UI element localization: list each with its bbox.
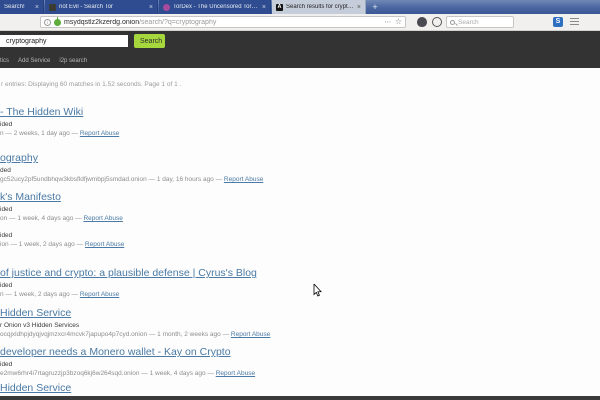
- report-abuse-link[interactable]: Report Abuse: [80, 291, 119, 298]
- browser-window: Search! × not Evil - Search Tor × TorDex…: [0, 0, 600, 400]
- query-input[interactable]: [0, 35, 128, 47]
- result-url-age: n — 1 week, 2 days ago —: [0, 291, 78, 298]
- report-abuse-link[interactable]: Report Abuse: [224, 176, 263, 183]
- result-description: r Onion v3 Hidden Services: [0, 322, 560, 329]
- site-info-icon[interactable]: i: [44, 19, 51, 26]
- bottom-edge-bar: [0, 396, 600, 400]
- tab-title: TorDex - The Uncensored Tor Sea: [173, 4, 259, 10]
- onion-circuit-icon[interactable]: [54, 19, 61, 26]
- result-description: ided: [0, 206, 560, 213]
- tab-close-icon[interactable]: ×: [262, 4, 266, 11]
- security-level-icon[interactable]: [432, 17, 442, 27]
- result-description: ided: [0, 361, 560, 368]
- new-tab-button[interactable]: +: [369, 1, 381, 13]
- result-meta: ocqjxldhpjdyqjvqjmzxcr4mcvk7japupo4p7cyd…: [0, 331, 560, 338]
- result-title-link[interactable]: of justice and crypto: a plausible defen…: [0, 267, 560, 279]
- search-result: Hidden Service r Onion v3 Hidden Service…: [0, 307, 560, 338]
- search-placeholder: Search: [458, 19, 479, 26]
- tab-notevil[interactable]: not Evil - Search Tor ×: [45, 0, 158, 14]
- header-link-i2p-search[interactable]: i2p search: [59, 58, 87, 64]
- report-abuse-link[interactable]: Report Abuse: [216, 370, 255, 377]
- result-title-link[interactable]: - The Hidden Wiki: [0, 106, 560, 118]
- search-icon: [450, 20, 455, 25]
- search-button[interactable]: Search: [134, 34, 165, 48]
- result-url-age: e2mw6rhr4i7rtagruzzjp3bzoq6kj6w264sqd.on…: [0, 370, 214, 377]
- ahmia-favicon-icon: A: [276, 4, 283, 11]
- result-url-age: gc52ucy2pf5undbhqw3kbsfldfjwmbpj5smdad.o…: [0, 176, 222, 183]
- noscript-icon[interactable]: S: [553, 17, 563, 27]
- tab-close-icon[interactable]: ×: [357, 4, 361, 11]
- result-meta: e2mw6rhr4i7rtagruzzjp3bzoq6kj6w264sqd.on…: [0, 370, 560, 377]
- search-result: - The Hidden Wiki ided n — 2 weeks, 1 da…: [0, 106, 560, 137]
- url-bar[interactable]: i msydqstlz2kzerdg.onion/search/?q=crypt…: [40, 16, 406, 28]
- page-actions-icon[interactable]: ⋯: [384, 18, 392, 26]
- result-url-age: ocqjxldhpjdyqjvqjmzxcr4mcvk7japupo4p7cyd…: [0, 331, 229, 338]
- result-description: ided: [0, 232, 560, 239]
- url-path: /search/?q=cryptography: [139, 19, 216, 26]
- result-meta: ion — 1 week, 2 days ago — Report Abuse: [0, 241, 560, 248]
- navigation-bar: i msydqstlz2kzerdg.onion/search/?q=crypt…: [0, 14, 600, 31]
- ahmia-header: Search tics Add Service i2p search: [0, 31, 600, 68]
- result-title-link[interactable]: Hidden Service: [0, 307, 560, 319]
- tab-title: Search!: [4, 4, 32, 10]
- result-description: ded: [0, 167, 560, 174]
- header-link-add-service[interactable]: Add Service: [18, 58, 50, 64]
- result-meta: on — 1 week, 4 days ago — Report Abuse: [0, 215, 560, 222]
- search-result: ography ded gc52ucy2pf5undbhqw3kbsfldfjw…: [0, 152, 560, 183]
- result-url-age: on — 1 week, 4 days ago —: [0, 215, 82, 222]
- browser-search-box[interactable]: Search: [446, 16, 514, 28]
- tordex-favicon-icon: [163, 4, 170, 11]
- search-result: developer needs a Monero wallet - Kay on…: [0, 346, 560, 377]
- tab-close-icon[interactable]: ×: [35, 4, 39, 11]
- search-result: k's Manifesto ided on — 1 week, 4 days a…: [0, 191, 560, 222]
- header-links: tics Add Service i2p search: [0, 58, 400, 64]
- results-summary: r entries: Displaying 60 matches in 1.52…: [1, 81, 181, 88]
- header-link-statistics[interactable]: tics: [0, 58, 9, 64]
- bookmark-star-icon[interactable]: ☆: [395, 18, 402, 26]
- result-meta: gc52ucy2pf5undbhqw3kbsfldfjwmbpj5smdad.o…: [0, 176, 560, 183]
- tab-search-partial[interactable]: Search! ×: [0, 0, 44, 14]
- report-abuse-link[interactable]: Report Abuse: [80, 130, 119, 137]
- tab-title: not Evil - Search Tor: [59, 4, 146, 10]
- notevil-favicon-icon: [49, 4, 56, 11]
- result-title-link[interactable]: developer needs a Monero wallet - Kay on…: [0, 346, 560, 358]
- result-meta: n — 2 weeks, 1 day ago — Report Abuse: [0, 130, 560, 137]
- result-description: ided: [0, 282, 560, 289]
- result-url-age: n — 2 weeks, 1 day ago —: [0, 130, 78, 137]
- result-description: ided: [0, 121, 560, 128]
- result-url-age: ion — 1 week, 2 days ago —: [0, 241, 83, 248]
- search-result: Hidden Service: [0, 382, 560, 394]
- report-abuse-link[interactable]: Report Abuse: [83, 215, 122, 222]
- url-text: msydqstlz2kzerdg.onion/search/?q=cryptog…: [64, 19, 381, 26]
- search-result: of justice and crypto: a plausible defen…: [0, 267, 560, 298]
- torbutton-onion-icon[interactable]: [417, 17, 427, 27]
- tab-bar: Search! × not Evil - Search Tor × TorDex…: [0, 0, 600, 14]
- tab-ahmia-active[interactable]: A Search results for cryptography ×: [272, 0, 366, 14]
- report-abuse-link[interactable]: Report Abuse: [231, 331, 270, 338]
- tab-close-icon[interactable]: ×: [149, 4, 153, 11]
- result-title-link[interactable]: ography: [0, 152, 560, 164]
- result-meta: n — 1 week, 2 days ago — Report Abuse: [0, 291, 560, 298]
- tab-title: Search results for cryptography: [286, 4, 354, 10]
- result-title-link[interactable]: Hidden Service: [0, 382, 560, 394]
- tab-tordex[interactable]: TorDex - The Uncensored Tor Sea ×: [159, 0, 271, 14]
- report-abuse-link[interactable]: Report Abuse: [85, 241, 124, 248]
- url-domain: msydqstlz2kzerdg.onion: [64, 19, 139, 26]
- search-result: ided ion — 1 week, 2 days ago — Report A…: [0, 229, 560, 248]
- result-title-link[interactable]: k's Manifesto: [0, 191, 560, 203]
- hamburger-menu-icon[interactable]: [570, 18, 579, 26]
